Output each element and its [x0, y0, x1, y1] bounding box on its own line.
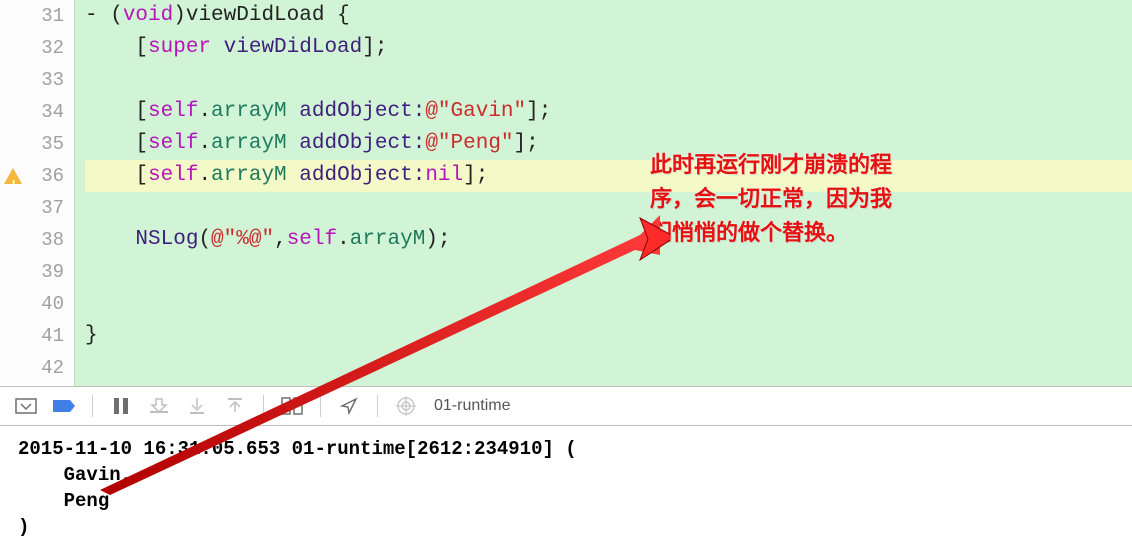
console-output[interactable]: 2015-11-10 16:31:05.653 01-runtime[2612:…	[0, 426, 1132, 554]
step-into-button[interactable]	[219, 392, 251, 420]
code-line: }	[85, 320, 1132, 352]
process-title[interactable]: 01-runtime	[434, 397, 510, 415]
toolbar-separator	[320, 395, 321, 417]
line-number: 34	[0, 96, 64, 128]
toolbar-separator	[92, 395, 93, 417]
console-toggle-button[interactable]	[10, 392, 42, 420]
line-number: 37	[0, 192, 64, 224]
line-number-warning[interactable]: 36	[0, 160, 64, 192]
code-line: [self.arrayM addObject:@"Peng"];	[85, 128, 1132, 160]
code-area[interactable]: - (void)viewDidLoad { [super viewDidLoad…	[74, 0, 1132, 386]
line-number: 39	[0, 256, 64, 288]
line-number: 31	[0, 0, 64, 32]
line-number: 40	[0, 288, 64, 320]
location-button[interactable]	[333, 392, 365, 420]
code-line	[85, 352, 1132, 384]
code-line: [self.arrayM addObject:@"Gavin"];	[85, 96, 1132, 128]
step-over-button[interactable]	[181, 392, 213, 420]
line-number: 41	[0, 320, 64, 352]
toolbar-separator	[263, 395, 264, 417]
annotation-text: 此时再运行刚才崩溃的程序，会一切正常，因为我们悄悄的做个替换。	[650, 148, 910, 250]
line-number: 35	[0, 128, 64, 160]
code-line: NSLog(@"%@",self.arrayM);	[85, 224, 1132, 256]
line-gutter: 31 32 33 34 35 36 37 38 39 40 41 42	[0, 0, 74, 386]
toolbar-separator	[377, 395, 378, 417]
pause-button[interactable]	[105, 392, 137, 420]
process-icon[interactable]	[390, 392, 422, 420]
debug-view-button[interactable]	[276, 392, 308, 420]
code-line	[85, 192, 1132, 224]
debug-toolbar: 01-runtime	[0, 386, 1132, 426]
code-editor: 31 32 33 34 35 36 37 38 39 40 41 42 - (v…	[0, 0, 1132, 386]
code-line: - (void)viewDidLoad {	[85, 0, 1132, 32]
breakpoint-toggle-button[interactable]	[48, 392, 80, 420]
line-number: 42	[0, 352, 64, 384]
line-number: 38	[0, 224, 64, 256]
continue-button[interactable]	[143, 392, 175, 420]
code-line-highlighted: [self.arrayM addObject:nil];	[85, 160, 1132, 192]
line-number: 32	[0, 32, 64, 64]
code-line	[85, 64, 1132, 96]
code-line	[85, 288, 1132, 320]
code-line: [super viewDidLoad];	[85, 32, 1132, 64]
line-number: 33	[0, 64, 64, 96]
code-line	[85, 256, 1132, 288]
